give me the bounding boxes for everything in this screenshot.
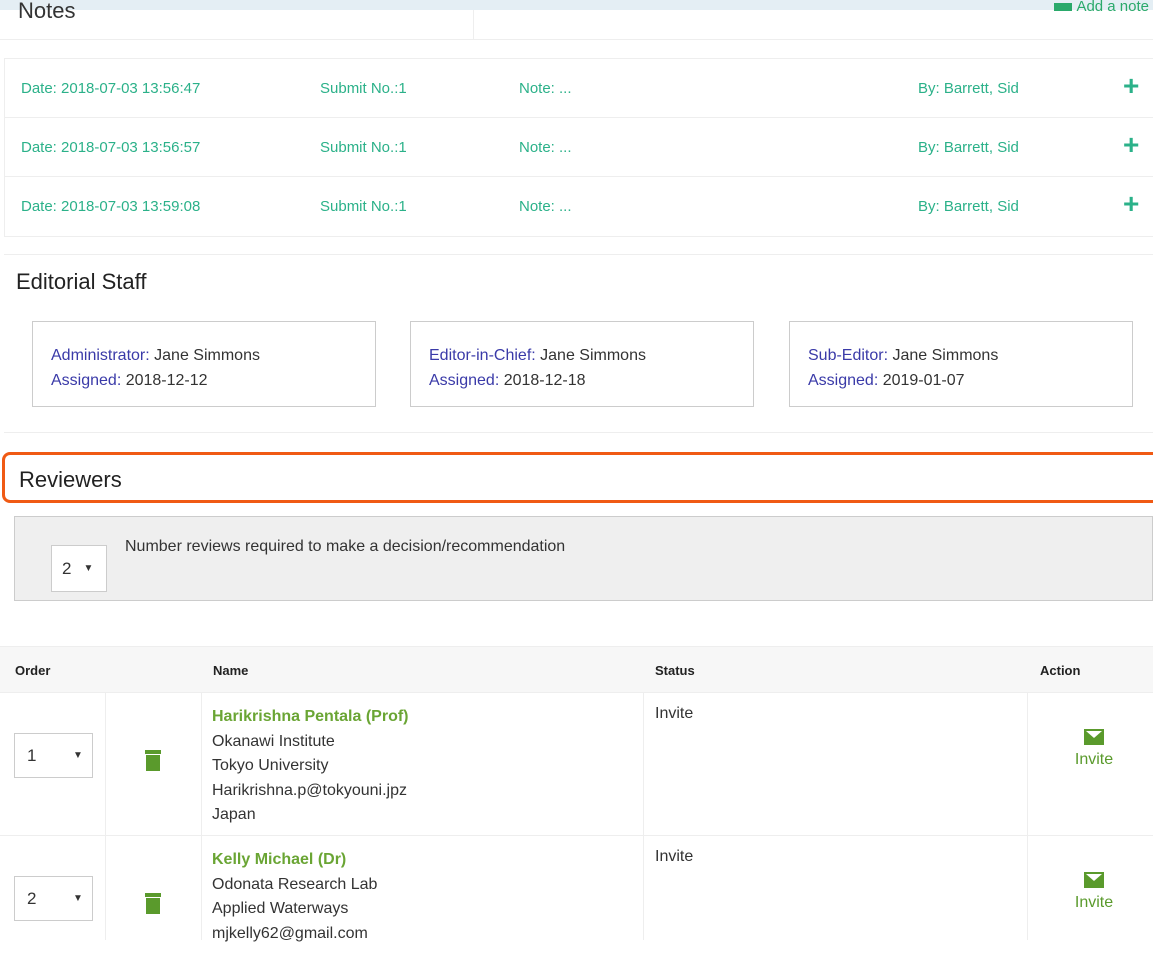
header-order: Order <box>15 663 51 678</box>
reviewer-country: Japan <box>212 806 256 823</box>
divider <box>473 10 474 39</box>
envelope-icon <box>1084 872 1104 888</box>
add-note-link[interactable]: Add a note <box>1054 0 1149 15</box>
role-label: Sub-Editor: <box>808 347 889 364</box>
reviewer-institution: Odonata Research Lab <box>212 875 378 893</box>
table-header: Order Name Status Action <box>0 647 1153 692</box>
reviewer-info: Kelly Michael (Dr) Odonata Research Lab … <box>212 848 377 946</box>
reviewer-name[interactable]: Harikrishna Pentala (Prof) <box>212 705 409 730</box>
notes-header: Notes Add a note <box>0 0 1153 40</box>
envelope-icon <box>1084 729 1104 745</box>
note-row: Date: 2018-07-03 13:56:57 Submit No.:1 N… <box>5 118 1153 177</box>
table-row: 2 ▼ Kelly Michael (Dr) Odonata Research … <box>0 835 1153 978</box>
header-name: Name <box>213 663 249 678</box>
plus-icon[interactable]: + <box>1123 188 1139 220</box>
chevron-down-icon: ▼ <box>73 893 83 904</box>
add-note-label: Add a note <box>1076 0 1149 15</box>
assigned-label: Assigned: <box>808 372 879 389</box>
invite-button[interactable]: Invite <box>1060 872 1128 912</box>
staff-name: Jane Simmons <box>149 347 260 364</box>
reviewer-email: mjkelly62@gmail.com <box>212 924 368 942</box>
plus-icon[interactable]: + <box>1123 70 1139 102</box>
invite-button[interactable]: Invite <box>1060 729 1128 769</box>
reviewer-info: Harikrishna Pentala (Prof) Okanawi Insti… <box>212 705 409 828</box>
note-date: Date: 2018-07-03 13:56:47 <box>21 80 201 97</box>
chevron-down-icon: ▼ <box>83 563 94 574</box>
staff-card-administrator: Administrator: Jane Simmons Assigned: 20… <box>32 321 376 407</box>
reviewer-institution: Okanawi Institute <box>212 732 335 750</box>
note-submit-no: Submit No.:1 <box>320 139 407 156</box>
chevron-down-icon: ▼ <box>73 750 83 761</box>
assigned-label: Assigned: <box>51 372 122 389</box>
reviewers-header: Reviewers <box>2 452 1153 503</box>
order-select[interactable]: 2 ▼ <box>14 876 93 921</box>
order-value: 1 <box>27 745 37 765</box>
required-reviews-select[interactable]: 2 ▼ <box>51 545 107 592</box>
header-status: Status <box>655 663 695 678</box>
order-select[interactable]: 1 ▼ <box>14 733 93 778</box>
assigned-date: 2019-01-07 <box>878 372 965 389</box>
reviewer-email: Harikrishna.p@tokyouni.jpz <box>212 781 407 799</box>
staff-card-sub-editor: Sub-Editor: Jane Simmons Assigned: 2019-… <box>789 321 1133 407</box>
arrow-icon <box>1054 2 1073 11</box>
note-author: By: Barrett, Sid <box>918 198 1019 215</box>
staff-name: Jane Simmons <box>888 347 999 364</box>
note-row: Date: 2018-07-03 13:59:08 Submit No.:1 N… <box>5 177 1153 236</box>
note-text: Note: ... <box>519 80 572 97</box>
note-submit-no: Submit No.:1 <box>320 198 407 215</box>
required-reviews-value: 2 <box>62 558 72 578</box>
trash-icon[interactable] <box>145 893 161 915</box>
invite-label: Invite <box>1074 751 1114 768</box>
trash-icon[interactable] <box>145 750 161 772</box>
reviewers-table: Order Name Status Action 1 ▼ Harikrishna… <box>0 646 1153 978</box>
note-submit-no: Submit No.:1 <box>320 80 407 97</box>
table-row: 1 ▼ Harikrishna Pentala (Prof) Okanawi I… <box>0 692 1153 835</box>
assigned-date: 2018-12-12 <box>121 372 208 389</box>
assigned-label: Assigned: <box>429 372 500 389</box>
notes-list: Date: 2018-07-03 13:56:47 Submit No.:1 N… <box>4 58 1153 237</box>
reviewer-name[interactable]: Kelly Michael (Dr) <box>212 848 377 873</box>
note-text: Note: ... <box>519 139 572 156</box>
notes-title: Notes <box>18 0 76 23</box>
required-reviews-label: Number reviews required to make a decisi… <box>125 538 566 555</box>
note-author: By: Barrett, Sid <box>918 139 1019 156</box>
reviewer-department: Tokyo University <box>212 757 329 774</box>
header-action: Action <box>1040 663 1081 678</box>
editorial-staff-title: Editorial Staff <box>16 269 147 294</box>
role-label: Editor-in-Chief: <box>429 347 536 364</box>
reviewer-status: Invite <box>655 705 694 722</box>
reviewer-department: Applied Waterways <box>212 900 349 917</box>
note-row: Date: 2018-07-03 13:56:47 Submit No.:1 N… <box>5 59 1153 118</box>
role-label: Administrator: <box>51 347 150 364</box>
order-value: 2 <box>27 888 37 908</box>
reviewers-title: Reviewers <box>19 467 122 492</box>
staff-name: Jane Simmons <box>535 347 646 364</box>
note-author: By: Barrett, Sid <box>918 80 1019 97</box>
staff-card-editor-in-chief: Editor-in-Chief: Jane Simmons Assigned: … <box>410 321 754 407</box>
assigned-date: 2018-12-18 <box>499 372 586 389</box>
note-date: Date: 2018-07-03 13:56:57 <box>21 139 201 156</box>
note-date: Date: 2018-07-03 13:59:08 <box>21 198 201 215</box>
reviewer-status: Invite <box>655 848 694 865</box>
invite-label: Invite <box>1074 894 1114 911</box>
plus-icon[interactable]: + <box>1123 129 1139 161</box>
required-reviews-panel: 2 ▼ Number reviews required to make a de… <box>14 516 1153 601</box>
editorial-staff-panel: Editorial Staff Administrator: Jane Simm… <box>4 254 1153 433</box>
note-text: Note: ... <box>519 198 572 215</box>
